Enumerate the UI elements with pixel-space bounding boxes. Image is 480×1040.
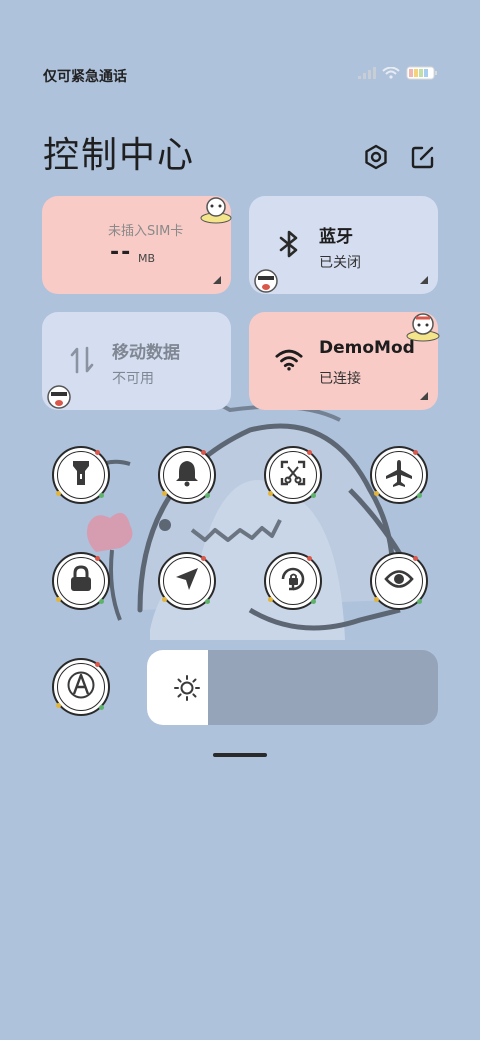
lock-icon (68, 565, 94, 597)
wifi-network-name: DemoMod (319, 338, 415, 358)
bell-icon (174, 459, 200, 491)
signal-icon (358, 67, 376, 79)
expand-corner-icon (420, 392, 428, 400)
screenshot-toggle[interactable] (264, 446, 322, 504)
sim-status-label: 未插入SIM卡 (108, 224, 184, 239)
flashlight-toggle[interactable] (52, 446, 110, 504)
expand-corner-icon (420, 276, 428, 284)
status-icons (358, 66, 438, 80)
sticker-decoration (254, 269, 278, 293)
rotation-lock-icon (278, 564, 308, 598)
bluetooth-title: 蓝牙 (319, 227, 353, 247)
airplane-icon (384, 458, 414, 492)
flashlight-icon (68, 459, 94, 491)
mobile-data-status: 不可用 (112, 371, 154, 387)
eye-comfort-toggle[interactable] (370, 552, 428, 610)
location-icon (174, 566, 200, 596)
wifi-status: 已连接 (319, 371, 361, 387)
rotation-lock-toggle[interactable] (264, 552, 322, 610)
settings-button[interactable] (363, 144, 389, 174)
screen-lock-toggle[interactable] (52, 552, 110, 610)
data-usage-value: -- (110, 240, 133, 265)
screenshot-icon (279, 459, 307, 491)
edit-icon (410, 144, 436, 174)
auto-brightness-toggle[interactable] (52, 658, 110, 716)
eye-icon (384, 568, 414, 594)
edit-button[interactable] (410, 146, 436, 172)
battery-icon (406, 66, 438, 80)
data-usage-unit: MB (138, 252, 156, 265)
mobile-data-icon (68, 346, 96, 374)
wifi-icon (275, 346, 303, 374)
airplane-mode-toggle[interactable] (370, 446, 428, 504)
sun-icon (173, 674, 201, 706)
sticker-decoration (406, 313, 440, 342)
gear-icon (363, 144, 389, 174)
home-indicator[interactable] (213, 753, 267, 757)
sticker-decoration (200, 197, 232, 224)
status-carrier-text: 仅可紧急通话 (43, 69, 127, 85)
wifi-icon (382, 67, 400, 79)
bluetooth-icon (275, 230, 303, 258)
page-title: 控制中心 (43, 135, 196, 176)
auto-brightness-icon (67, 671, 95, 703)
bluetooth-status: 已关闭 (319, 255, 361, 271)
expand-corner-icon (213, 276, 221, 284)
sticker-decoration (47, 385, 71, 409)
brightness-slider[interactable] (147, 650, 438, 725)
location-toggle[interactable] (158, 552, 216, 610)
ringer-toggle[interactable] (158, 446, 216, 504)
mobile-data-title: 移动数据 (112, 343, 180, 363)
